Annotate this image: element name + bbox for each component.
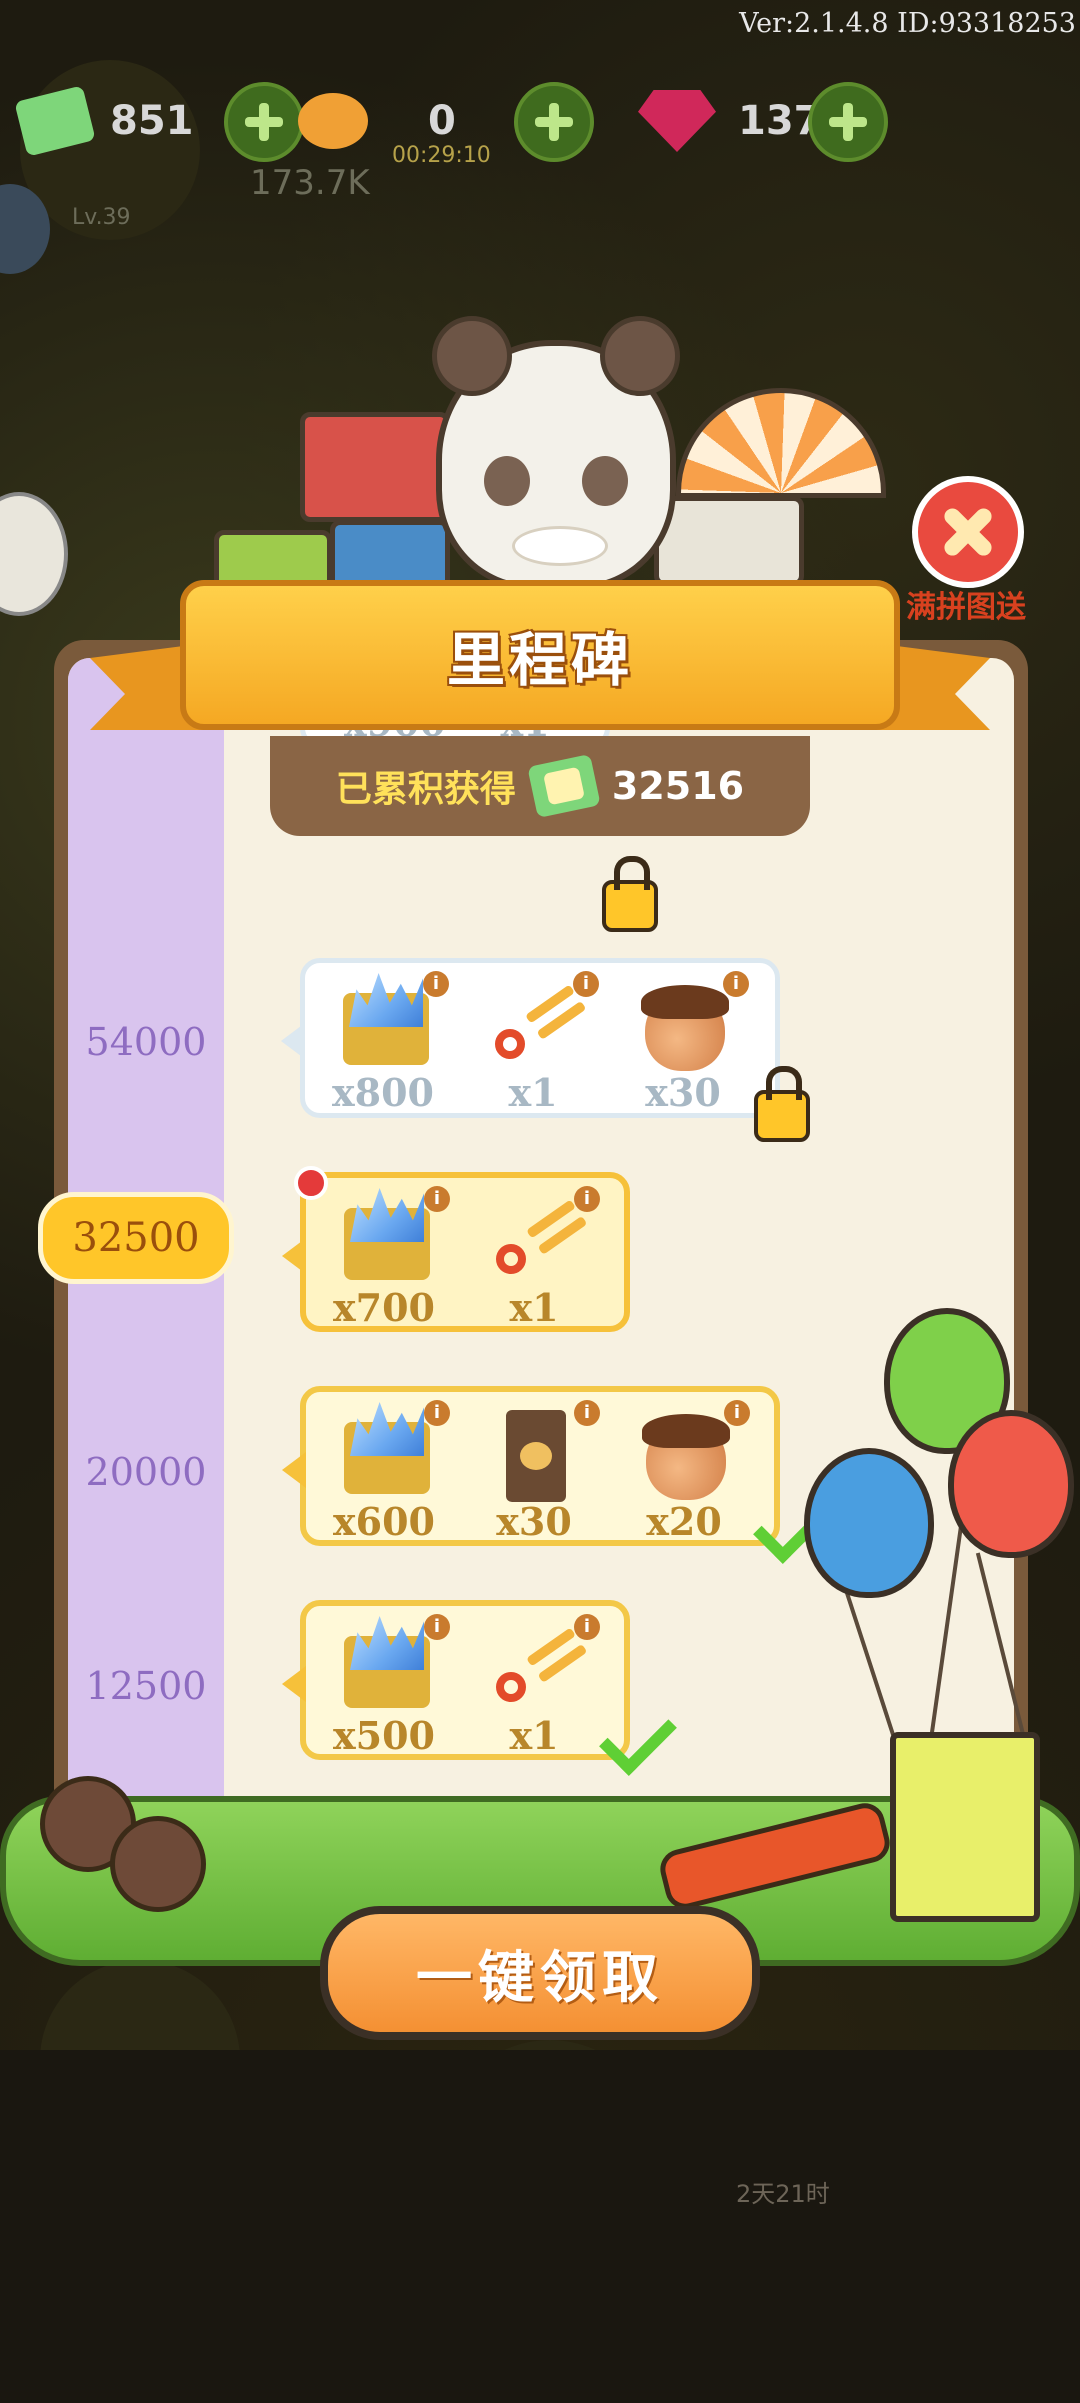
- item-qty: x700: [333, 1285, 435, 1330]
- item-qty: x1: [509, 1285, 559, 1330]
- milestone-threshold: 20000: [85, 1450, 207, 1494]
- info-icon[interactable]: i: [574, 1186, 600, 1212]
- scissors-icon: [491, 989, 575, 1073]
- event-timer: 2天21时: [736, 2180, 830, 2208]
- blue-balloon-icon: [804, 1448, 934, 1598]
- claim-notification-dot: [294, 1166, 328, 1200]
- bottom-navigation: [0, 2050, 1080, 2403]
- ticket-icon: [527, 753, 601, 819]
- total-earned-value: 32516: [611, 764, 745, 808]
- power-value: 173.7K: [250, 163, 370, 203]
- close-caption: 满拼图送: [906, 590, 1026, 625]
- player-level: Lv.39: [72, 205, 131, 230]
- milestone-threshold: 54000: [85, 1020, 207, 1064]
- version-label: Ver:2.1.4.8 ID:93318253: [739, 8, 1076, 39]
- item-qty: x600: [333, 1499, 435, 1544]
- bomb-icon: [110, 1816, 206, 1912]
- card-pointer: [281, 1023, 305, 1059]
- red-balloon-icon: [948, 1410, 1074, 1558]
- card-pointer: [282, 1666, 306, 1702]
- info-icon[interactable]: i: [724, 1400, 750, 1426]
- reward-item[interactable]: i x1: [464, 1614, 604, 1758]
- panda-character: [432, 316, 680, 590]
- lock-icon: [602, 856, 658, 932]
- card-pointer: [282, 1238, 306, 1274]
- reward-item[interactable]: i x30: [613, 971, 753, 1115]
- add-gems-button[interactable]: [808, 82, 888, 162]
- ice-crystal-box-icon: [343, 993, 429, 1065]
- close-button[interactable]: [912, 476, 1024, 588]
- info-icon[interactable]: i: [423, 971, 449, 997]
- total-earned-bar: 已累积获得 32516: [270, 736, 810, 836]
- reward-item[interactable]: i x30: [464, 1400, 604, 1544]
- ice-crystal-box-icon: [344, 1208, 430, 1280]
- card-pointer: [282, 1452, 306, 1488]
- item-qty: x20: [646, 1499, 722, 1544]
- item-qty: x500: [333, 1713, 435, 1758]
- item-qty: x800: [332, 1070, 434, 1115]
- info-icon[interactable]: i: [574, 1614, 600, 1640]
- ice-crystal-box-icon: [344, 1636, 430, 1708]
- title-banner: 里程碑: [180, 580, 900, 730]
- acorn-icon: [641, 985, 729, 1071]
- info-icon[interactable]: i: [424, 1614, 450, 1640]
- candy-timer: 00:29:10: [392, 143, 491, 168]
- scissors-icon: [492, 1632, 576, 1716]
- acorn-icon: [642, 1414, 730, 1500]
- total-earned-label: 已累积获得: [335, 769, 516, 810]
- current-milestone-marker: 32500: [38, 1192, 234, 1284]
- reward-item[interactable]: i x700: [314, 1186, 454, 1330]
- gift-box-icon: [890, 1732, 1040, 1922]
- claim-all-button[interactable]: 一键领取: [320, 1906, 760, 2040]
- dialog-title: 里程碑: [446, 626, 633, 694]
- crate-decor: [300, 412, 450, 522]
- add-tickets-button[interactable]: [224, 82, 304, 162]
- reward-item[interactable]: i x600: [314, 1400, 454, 1544]
- candy-icon: [298, 93, 368, 149]
- item-qty: x30: [645, 1070, 721, 1115]
- add-candy-button[interactable]: [514, 82, 594, 162]
- reward-item[interactable]: i x1: [463, 971, 603, 1115]
- claim-all-label: 一键领取: [416, 1945, 664, 2011]
- food-bag-icon: [506, 1410, 566, 1502]
- gem-icon: [638, 90, 716, 152]
- milestone-card-54000[interactable]: i x800 i x1 i x30: [281, 958, 780, 1118]
- reward-item[interactable]: i x20: [614, 1400, 754, 1544]
- candy-count: 0: [428, 98, 456, 144]
- item-qty: x1: [508, 1070, 558, 1115]
- ice-crystal-box-icon: [344, 1422, 430, 1494]
- scissors-icon: [492, 1204, 576, 1288]
- milestone-threshold: 12500: [85, 1664, 207, 1708]
- reward-item[interactable]: i x1: [464, 1186, 604, 1330]
- reward-item[interactable]: i x800: [313, 971, 453, 1115]
- lock-icon: [754, 1066, 810, 1142]
- info-icon[interactable]: i: [424, 1186, 450, 1212]
- ticket-icon: [14, 85, 96, 157]
- info-icon[interactable]: i: [574, 1400, 600, 1426]
- ticket-count: 851: [110, 98, 194, 144]
- ticket-counter: 851: [14, 82, 194, 160]
- milestone-card-12500[interactable]: i x500 i x1: [282, 1600, 630, 1760]
- info-icon[interactable]: i: [573, 971, 599, 997]
- info-icon[interactable]: i: [723, 971, 749, 997]
- crate-decor: [654, 496, 804, 586]
- reward-item[interactable]: i x500: [314, 1614, 454, 1758]
- item-qty: x30: [496, 1499, 572, 1544]
- milestone-card-20000[interactable]: i x600 i x30 i x20: [282, 1386, 780, 1546]
- item-qty: x1: [509, 1713, 559, 1758]
- info-icon[interactable]: i: [424, 1400, 450, 1426]
- milestone-card-32500[interactable]: i x700 i x1: [282, 1172, 630, 1332]
